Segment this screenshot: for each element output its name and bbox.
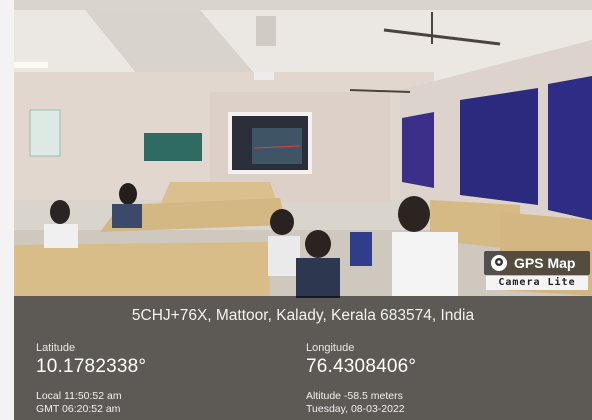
gps-map-camera-badge: GPS Map Camera Lite	[484, 251, 590, 291]
local-time: Local 11:50:52 am	[36, 390, 122, 402]
badge-subtitle: Camera Lite	[486, 276, 588, 290]
badge-title: GPS Map	[514, 255, 576, 271]
window-curtain-3	[548, 76, 592, 220]
projector	[254, 72, 274, 80]
desk-row-front	[14, 242, 270, 296]
green-board	[144, 133, 202, 161]
longitude-value: 76.4308406°	[306, 356, 417, 377]
person-left-body	[44, 224, 78, 248]
map-pin-icon	[491, 255, 507, 271]
person-left-head	[50, 200, 70, 224]
left-border-strip	[0, 0, 14, 420]
person-right-head	[398, 196, 430, 232]
person-mid-body	[112, 204, 142, 228]
window-curtain-2	[460, 88, 538, 205]
person-mid-head	[119, 183, 137, 205]
window-curtain-1	[402, 112, 434, 188]
ceiling-light	[14, 62, 48, 68]
address-text: 5CHJ+76X, Mattoor, Kalady, Kerala 683574…	[131, 307, 475, 324]
gps-info-overlay: 5CHJ+76X, Mattoor, Kalady, Kerala 683574…	[14, 296, 592, 420]
notice-board	[29, 109, 61, 157]
chair	[350, 232, 372, 266]
person-center-head	[270, 209, 294, 235]
person-center-body	[268, 236, 300, 276]
date: Tuesday, 08-03-2022	[306, 403, 405, 415]
person-front-body	[296, 258, 340, 298]
person-front-head	[305, 230, 331, 258]
longitude-label: Longitude	[306, 342, 355, 354]
latitude-value: 10.1782338°	[36, 356, 147, 377]
person-right-body	[392, 232, 458, 296]
ceiling-vent	[256, 16, 276, 46]
gmt-time: GMT 06:20:52 am	[36, 403, 121, 415]
badge-title-bar: GPS Map	[484, 251, 590, 275]
latitude-label: Latitude	[36, 342, 76, 354]
altitude: Altitude -58.5 meters	[306, 390, 403, 402]
